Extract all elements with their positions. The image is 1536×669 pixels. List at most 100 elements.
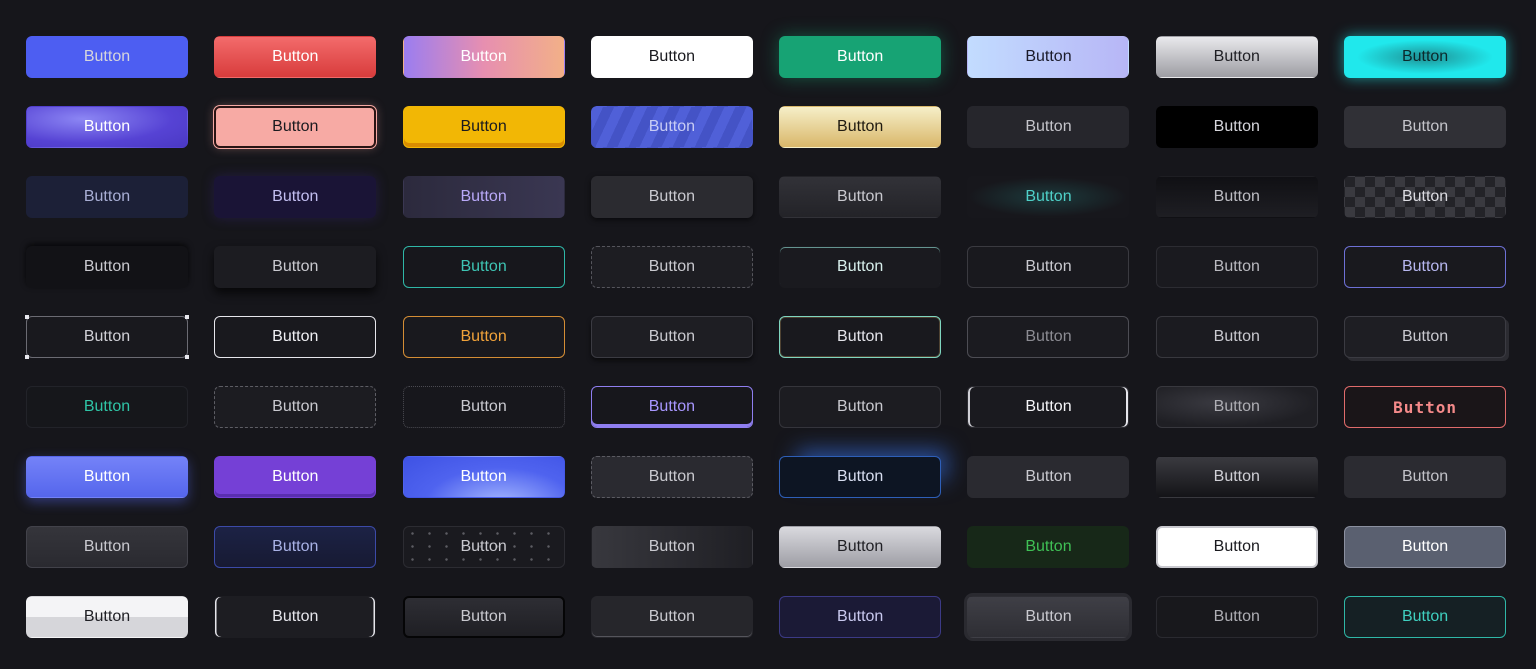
white-solid-button[interactable]: Button — [590, 36, 753, 78]
indigo-dark-button[interactable]: Button — [779, 596, 942, 638]
slate-flat-button[interactable]: Button — [1344, 456, 1507, 498]
button-label: Button — [460, 258, 507, 275]
button-label: Button — [272, 538, 319, 555]
charcoal-flat-button[interactable]: Button — [1344, 106, 1507, 148]
blue-aura-button[interactable]: Button — [779, 456, 942, 498]
button-label: Button — [837, 258, 884, 275]
yellow-3d-button[interactable]: Button — [402, 106, 565, 148]
navy-ghost-button[interactable]: Button — [26, 176, 188, 218]
button-label: Button — [1213, 258, 1260, 275]
pastel-blue-gradient-button[interactable]: Button — [967, 36, 1130, 78]
spotlight-button[interactable]: Button — [1155, 386, 1318, 428]
black-fade-button[interactable]: Button — [1155, 176, 1318, 218]
dark-outline-button[interactable]: Button — [779, 386, 942, 428]
pixel-pink-button[interactable]: Button — [1344, 386, 1507, 428]
gold-gradient-button[interactable]: Button — [779, 106, 942, 148]
button-label: Button — [272, 328, 319, 345]
black-shadow-button[interactable]: Button — [26, 246, 188, 288]
black-frame-button[interactable]: Button — [402, 596, 565, 638]
dashed-outline-button[interactable]: Button — [590, 246, 753, 288]
teal-text-ghost-button[interactable]: Button — [26, 386, 188, 428]
dark-gradient-button[interactable]: Button — [779, 176, 942, 218]
selection-handle[interactable] — [185, 355, 189, 359]
dashed-grey-button[interactable]: Button — [214, 386, 377, 428]
button-label: Button — [1025, 48, 1072, 65]
button-label: Button — [648, 538, 696, 555]
black-solid-button[interactable]: Button — [1155, 106, 1318, 148]
button-label: Button — [272, 118, 319, 135]
dark-raised-button[interactable]: Button — [590, 176, 753, 218]
subtle-outline-button[interactable]: Button — [1155, 246, 1318, 288]
dark-underline-button[interactable]: Button — [590, 596, 753, 638]
black-gloss-button[interactable]: Button — [1155, 456, 1318, 498]
periwinkle-solid-button[interactable]: Button — [26, 456, 188, 498]
button-label: Button — [272, 468, 319, 485]
neon-cyan-button[interactable]: Button — [1344, 36, 1507, 78]
smoke-gradient-button[interactable]: Button — [590, 526, 753, 568]
orange-outline-button[interactable]: Button — [402, 316, 565, 358]
violet-outline-button[interactable]: Button — [1344, 246, 1507, 288]
striped-blue-button[interactable]: Button — [590, 106, 753, 148]
dotted-border-button[interactable]: Button — [402, 386, 565, 428]
dashed-fill-button[interactable]: Button — [590, 456, 753, 498]
violet-solid-button[interactable]: Button — [214, 456, 377, 498]
white-outline-button[interactable]: Button — [214, 316, 377, 358]
sparkle-outline-button[interactable]: Button — [967, 316, 1130, 358]
purple-underline-button[interactable]: Button — [590, 386, 753, 428]
checkered-button[interactable]: Button — [1344, 176, 1507, 218]
lavender-text-button[interactable]: Button — [402, 176, 565, 218]
selection-handle[interactable] — [185, 315, 189, 319]
dark-drop-shadow-button[interactable]: Button — [214, 246, 377, 288]
indigo-shine-button[interactable]: Button — [26, 106, 188, 148]
dark-flat-button[interactable]: Button — [967, 106, 1130, 148]
dark-border-button[interactable]: Button — [590, 316, 753, 358]
solid-indigo-button[interactable]: Button — [26, 36, 188, 78]
selection-handle[interactable] — [25, 355, 29, 359]
button-label: Button — [1213, 538, 1260, 555]
button-label: Button — [837, 188, 884, 205]
white-framed-button[interactable]: Button — [1155, 526, 1318, 568]
button-label: Button — [460, 468, 507, 485]
particle-button[interactable]: Button — [402, 526, 565, 568]
selection-handle[interactable] — [25, 315, 29, 319]
sunset-gradient-button[interactable]: Button — [402, 36, 565, 78]
light-beam-button[interactable]: Button — [779, 246, 942, 288]
gradient-border-button[interactable]: Button — [779, 316, 942, 358]
button-label: Button — [272, 48, 319, 65]
raised-grey-button[interactable]: Button — [967, 596, 1130, 638]
red-gradient-button[interactable]: Button — [214, 36, 377, 78]
button-label: Button — [1401, 118, 1449, 135]
button-label: Button — [1213, 398, 1260, 415]
white-side-border-button[interactable]: Button — [214, 596, 377, 638]
teal-glow-text-button[interactable]: Button — [967, 176, 1130, 218]
teal-outline-button[interactable]: Button — [402, 246, 565, 288]
button-label: Button — [1401, 608, 1449, 625]
faded-outline-button[interactable]: Button — [1155, 596, 1318, 638]
salmon-outlined-button[interactable]: Button — [214, 106, 377, 148]
crosshair-lines-button[interactable]: Button — [1155, 316, 1318, 358]
selection-handles-button[interactable]: Button — [25, 315, 189, 359]
steel-grey-button[interactable]: Button — [1344, 526, 1507, 568]
navy-outline-button[interactable]: Button — [214, 526, 377, 568]
teal-border-button[interactable]: Button — [1344, 596, 1507, 638]
light-grey-button[interactable]: Button — [26, 596, 188, 638]
silver-gradient-button[interactable]: Button — [1155, 36, 1318, 78]
button-label: Button — [460, 608, 507, 625]
button-label: Button — [272, 608, 319, 625]
button-label: Button — [83, 398, 131, 415]
silver-solid-button[interactable]: Button — [779, 526, 942, 568]
button-label: Button — [648, 118, 696, 135]
green-text-button[interactable]: Button — [967, 526, 1130, 568]
button-label: Button — [83, 328, 131, 345]
button-label: Button — [648, 398, 696, 415]
stacked-outline-button[interactable]: Button — [1344, 316, 1507, 358]
white-edge-button[interactable]: Button — [967, 386, 1130, 428]
deep-purple-button[interactable]: Button — [214, 176, 377, 218]
grey-flat-button[interactable]: Button — [967, 456, 1130, 498]
button-label: Button — [272, 398, 319, 415]
green-solid-button[interactable]: Button — [779, 36, 942, 78]
thin-outline-button[interactable]: Button — [967, 246, 1130, 288]
graphite-button[interactable]: Button — [26, 526, 188, 568]
blue-glow-gradient-button[interactable]: Button — [402, 456, 565, 498]
button-label: Button — [1025, 188, 1072, 205]
